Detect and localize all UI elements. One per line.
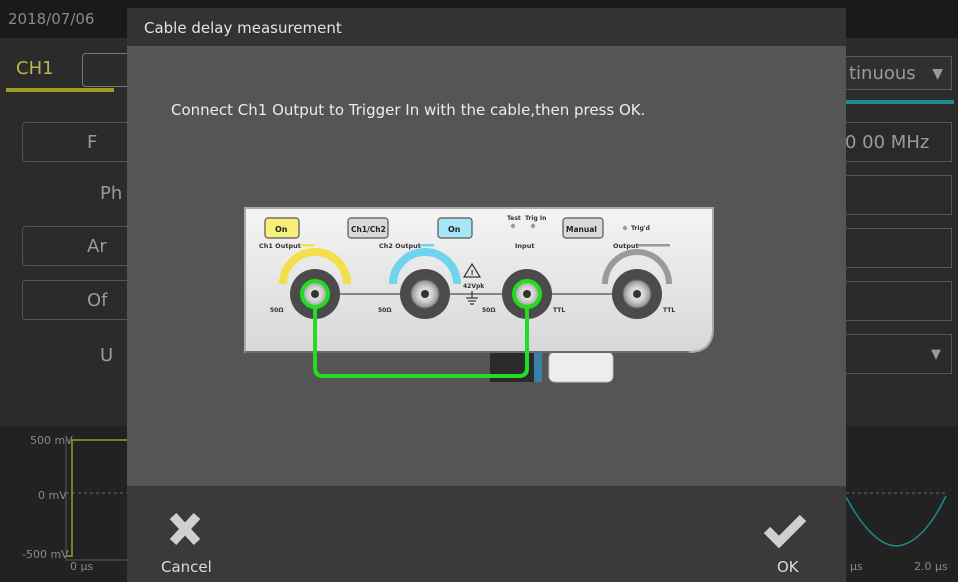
- checkmark-icon: [763, 514, 807, 548]
- ch1-ch2-label: Ch1/Ch2: [351, 225, 386, 234]
- ch2-bnc-connector: [400, 269, 450, 319]
- svg-text:!: !: [471, 269, 474, 277]
- ch2-impedance-label: 50Ω: [378, 307, 391, 314]
- ch1-output-label: Ch1 Output: [259, 242, 301, 250]
- trigd-led: [622, 225, 628, 231]
- ok-button[interactable]: OK: [747, 502, 827, 576]
- panel-foot-accent: [534, 348, 542, 382]
- input-impedance-label: 50Ω: [482, 307, 495, 314]
- close-icon: [169, 512, 201, 546]
- output-color-bar: [638, 244, 670, 247]
- ok-label: OK: [777, 558, 799, 576]
- front-panel-illustration: On Ch1/Ch2 On Manual Test Trig In Trig'd…: [244, 207, 714, 383]
- output-ttl-label: TTL: [663, 307, 675, 314]
- vpk-label: 42Vpk: [463, 283, 485, 290]
- test-led: [510, 223, 516, 229]
- ch2-trace: [845, 495, 947, 547]
- input-label: Input: [515, 242, 534, 250]
- test-label: Test: [507, 215, 521, 222]
- panel-foot-right: [548, 351, 614, 383]
- input-ttl-label: TTL: [553, 307, 565, 314]
- ch1-on-label: On: [275, 225, 288, 234]
- cable-delay-dialog: Cable delay measurement Connect Ch1 Outp…: [127, 8, 846, 582]
- trigd-label: Trig'd: [631, 225, 650, 232]
- output-label: Output: [613, 242, 639, 250]
- ch1-output-color-bar: [300, 244, 314, 247]
- ch2-on-label: On: [448, 225, 461, 234]
- cancel-label: Cancel: [161, 558, 212, 576]
- cancel-button[interactable]: Cancel: [147, 502, 227, 576]
- ch2-output-color-bar: [420, 244, 434, 247]
- trigger-output-bnc-connector: [612, 269, 662, 319]
- dialog-message: Connect Ch1 Output to Trigger In with th…: [171, 101, 646, 119]
- trig-in-label: Trig In: [525, 215, 546, 222]
- dialog-title: Cable delay measurement: [144, 19, 342, 37]
- ch1-trace: [66, 439, 128, 557]
- dialog-footer: Cancel OK: [127, 486, 846, 582]
- manual-label: Manual: [566, 225, 597, 234]
- ch2-output-label: Ch2 Output: [379, 242, 421, 250]
- trig-in-led: [530, 223, 536, 229]
- ch1-impedance-label: 50Ω: [270, 307, 283, 314]
